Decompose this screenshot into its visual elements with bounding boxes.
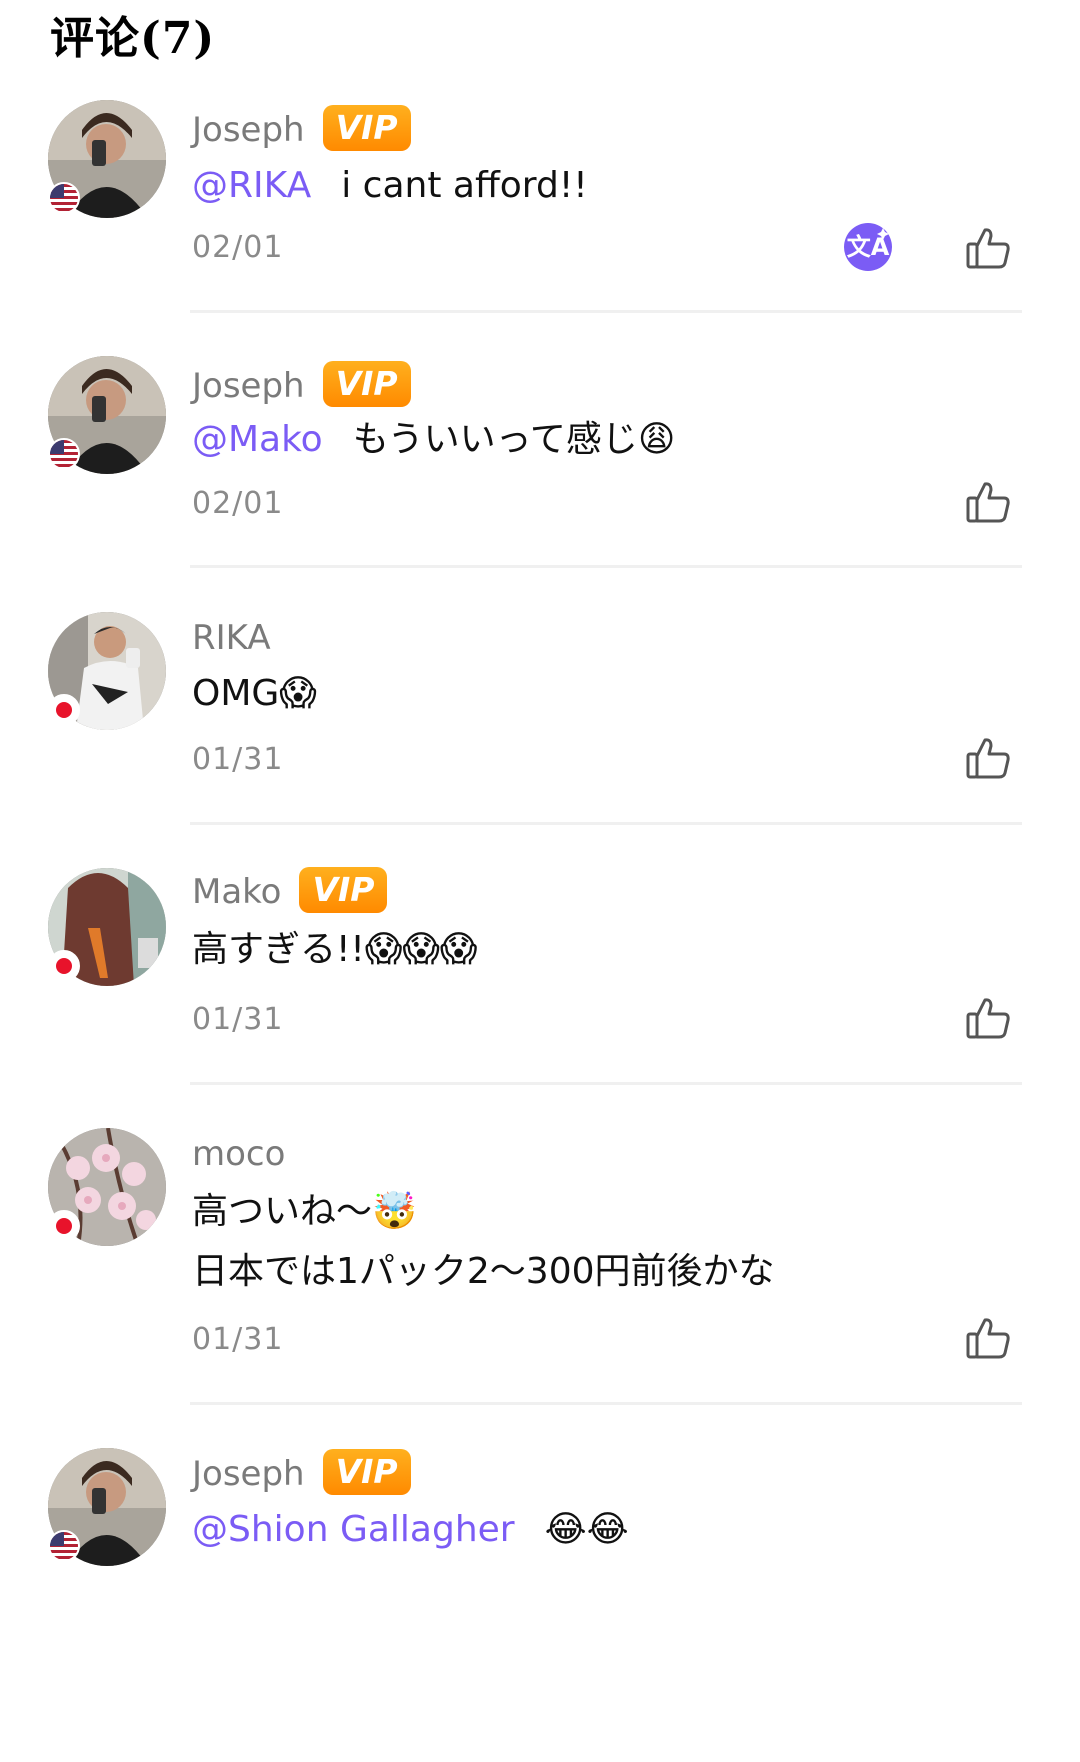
comment-text[interactable]: @RIKA i cant afford!! (192, 160, 588, 212)
comment-body: 高ついね〜🤯 (192, 1191, 417, 1232)
divider (190, 822, 1022, 825)
page-title: 评论(7) (50, 13, 216, 64)
flag-us-icon (48, 1530, 80, 1562)
username-text: Joseph (192, 1454, 305, 1494)
mention-link[interactable]: @RIKA (192, 165, 311, 206)
username[interactable]: Joseph VIP (192, 1448, 411, 1498)
mention-link[interactable]: @Mako (192, 419, 323, 460)
comment-body: 日本では1パック2〜300円前後かな (192, 1251, 775, 1292)
username[interactable]: Joseph VIP (192, 104, 411, 154)
flag-jp-icon (48, 694, 80, 726)
comment-body: i cant afford!! (341, 165, 588, 206)
flag-us-icon (48, 182, 80, 214)
flag-jp-icon (48, 1210, 80, 1242)
username-text: moco (192, 1134, 286, 1174)
username[interactable]: RIKA (192, 614, 271, 662)
thumbs-up-icon[interactable] (964, 734, 1012, 782)
comment-body: 😂😂 (544, 1509, 629, 1550)
comment-text[interactable]: 高すぎる!!😱😱😱 (192, 924, 477, 976)
comment-text[interactable]: @Mako もういいって感じ😩 (192, 414, 675, 466)
comment-date: 01/31 (192, 1322, 284, 1357)
username[interactable]: Joseph VIP (192, 360, 411, 410)
username-text: Joseph (192, 110, 305, 150)
thumbs-up-icon[interactable] (964, 1314, 1012, 1362)
flag-jp-icon (48, 950, 80, 982)
comment-body: 高すぎる!!😱😱😱 (192, 929, 478, 970)
comment-text[interactable]: 高ついね〜🤯 (192, 1186, 417, 1238)
comment-text[interactable]: OMG😱 (192, 668, 317, 720)
flag-us-icon (48, 438, 80, 470)
translate-icon[interactable]: 文A (843, 222, 893, 272)
vip-badge: VIP (299, 866, 388, 913)
comment-body: OMG😱 (192, 673, 317, 714)
thumbs-up-icon[interactable] (964, 224, 1012, 272)
divider (190, 1082, 1022, 1085)
divider (190, 1402, 1022, 1405)
username[interactable]: moco (192, 1130, 285, 1178)
mention-link[interactable]: @Shion Gallagher (192, 1509, 515, 1550)
username-text: RIKA (192, 618, 271, 658)
comment-date: 02/01 (192, 486, 284, 521)
comment-text[interactable]: @Shion Gallagher 😂😂 (192, 1504, 629, 1556)
comment-body: もういいって感じ😩 (352, 419, 676, 460)
vip-badge: VIP (322, 1448, 411, 1495)
comment-date: 01/31 (192, 742, 284, 777)
username-text: Mako (192, 872, 282, 912)
comment-date: 02/01 (192, 230, 284, 265)
thumbs-up-icon[interactable] (964, 478, 1012, 526)
vip-badge: VIP (322, 104, 411, 151)
thumbs-up-icon[interactable] (964, 994, 1012, 1042)
username-text: Joseph (192, 366, 305, 406)
comment-date: 01/31 (192, 1002, 284, 1037)
divider (190, 565, 1022, 568)
divider (190, 310, 1022, 313)
comment-text-line-2: 日本では1パック2〜300円前後かな (192, 1246, 775, 1298)
vip-badge: VIP (322, 360, 411, 407)
username[interactable]: Mako VIP (192, 866, 388, 916)
